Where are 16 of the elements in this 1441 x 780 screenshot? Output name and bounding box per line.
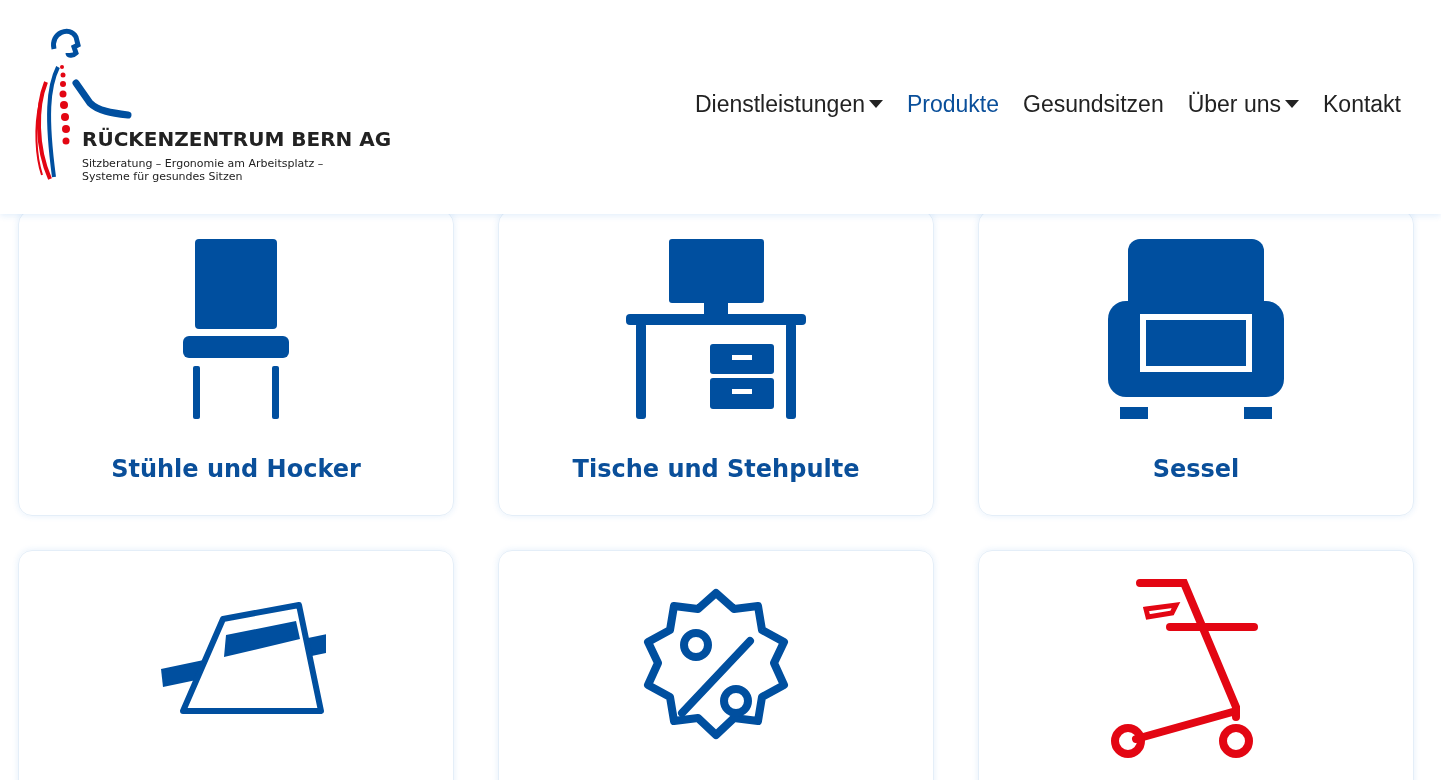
nav-link[interactable]: Gesundsitzen bbox=[1023, 90, 1164, 118]
nav-link[interactable]: Produkte bbox=[906, 90, 1000, 118]
brand-tagline: Systeme für gesundes Sitzen bbox=[82, 170, 244, 183]
brand-name[interactable]: RÜCKENZENTRUM BERN AG bbox=[82, 127, 392, 151]
nav-link[interactable]: Dienstleistungen bbox=[694, 90, 883, 118]
product-card[interactable] bbox=[978, 550, 1414, 780]
card-title: Tische und Stehpulte bbox=[572, 455, 860, 483]
card-title: Stühle und Hocker bbox=[111, 455, 361, 483]
product-card[interactable] bbox=[18, 550, 454, 780]
caret-icon bbox=[1285, 100, 1299, 108]
brand-tagline: Sitzberatung – Ergonomie am Arbeitsplatz – bbox=[82, 157, 325, 170]
product-card[interactable] bbox=[498, 550, 934, 780]
nav-link[interactable]: Über uns bbox=[1187, 90, 1299, 118]
caret-icon bbox=[868, 100, 883, 108]
card-title: Sessel bbox=[1152, 455, 1240, 483]
nav-link[interactable]: Kontakt bbox=[1323, 90, 1401, 118]
